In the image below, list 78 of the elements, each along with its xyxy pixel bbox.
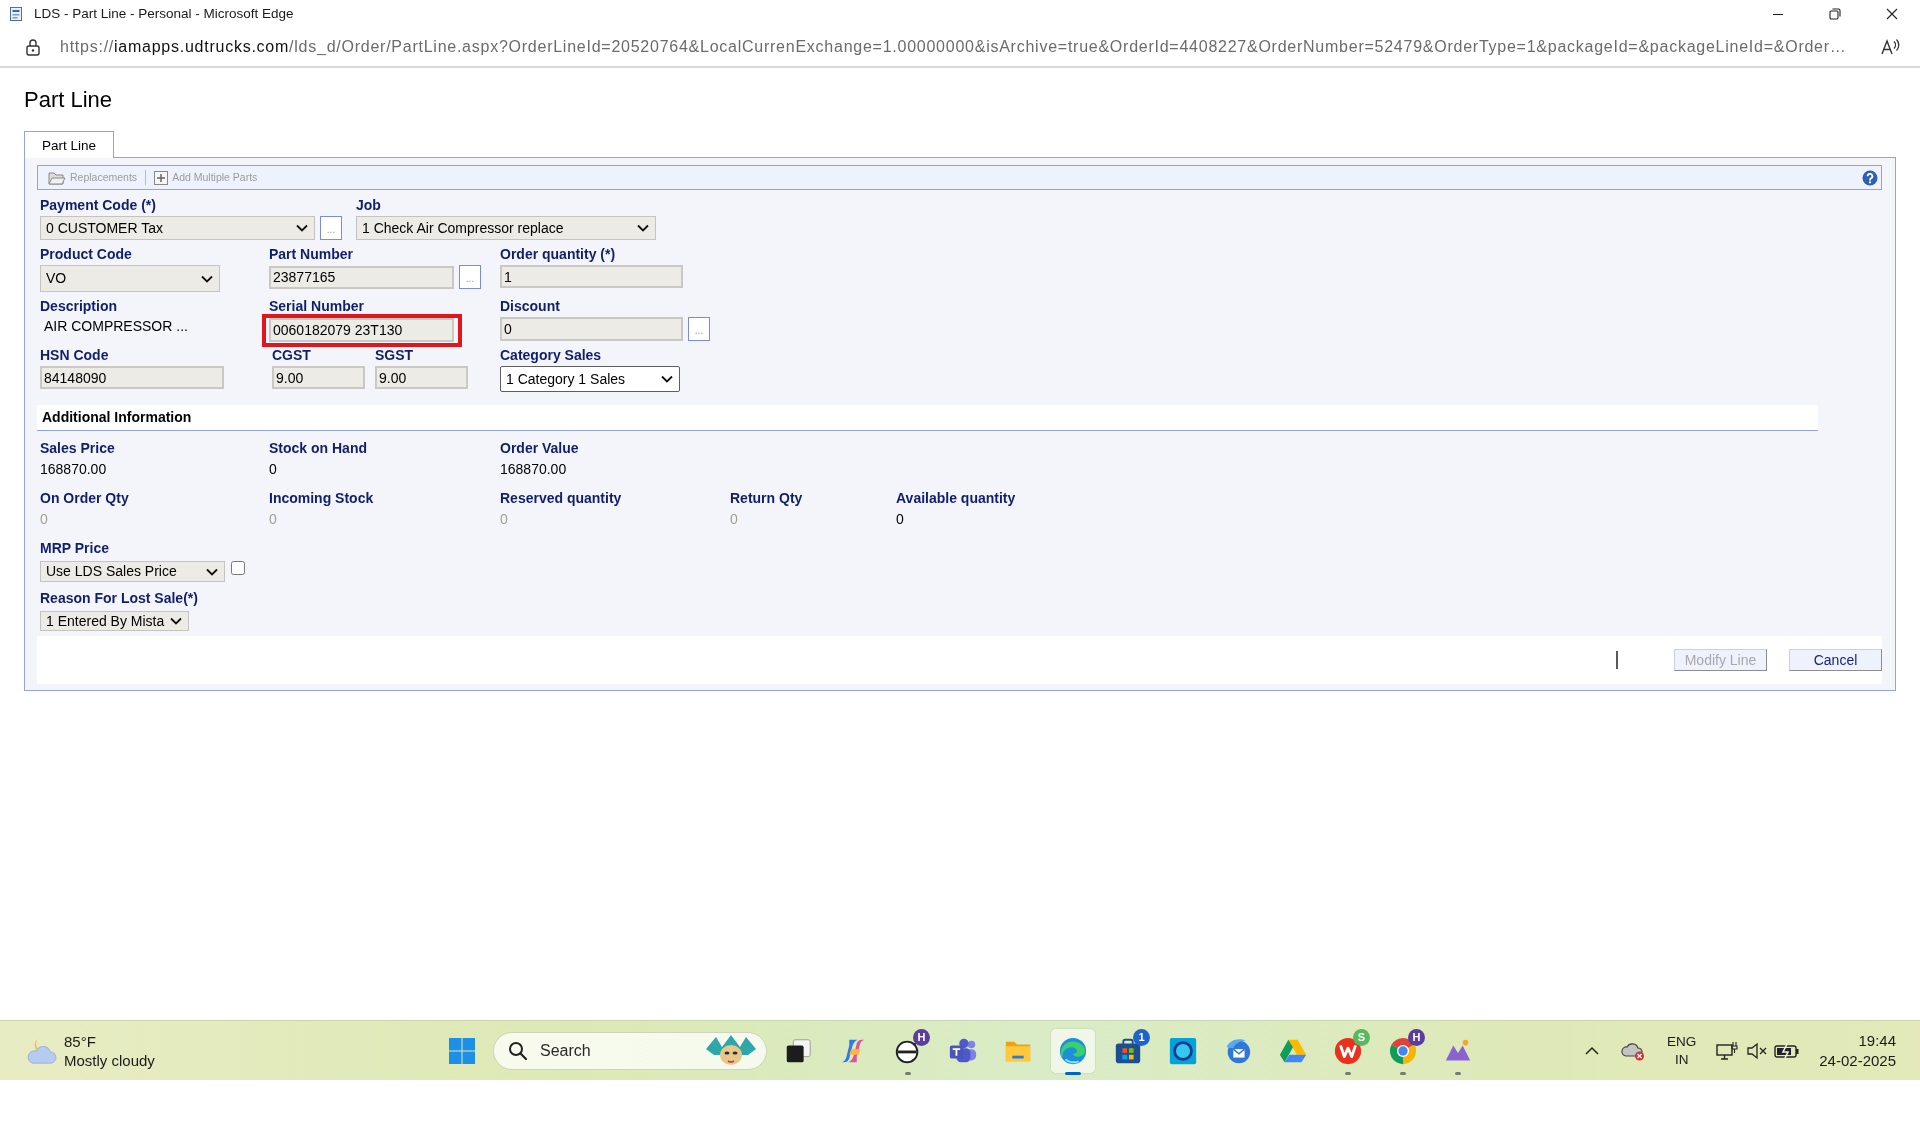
info-value: 0 <box>40 511 49 527</box>
caret-icon <box>206 567 218 576</box>
field-label: Discount <box>500 298 561 314</box>
cloud-error-icon[interactable] <box>1621 1040 1645 1061</box>
info-value: 0 <box>730 511 739 527</box>
tri-color-ball-icon <box>1388 1035 1418 1066</box>
address-url[interactable]: https://iamapps.udtrucks.com/lds_d/Order/PartLine.aspx?OrderLineId=20520764&LocalCurrenExchange=1.00000000&isArchive=true&OrderId=4408227&OrderNumber=52479&OrderType=1&packageId=&packageLineId=&Order… <box>60 35 1847 59</box>
info-value: 0 <box>896 511 905 527</box>
muted-speaker-icon[interactable] <box>1746 1041 1769 1060</box>
search-icon[interactable] <box>508 1040 528 1061</box>
info-label: Reserved quantity <box>500 490 623 506</box>
input-language[interactable]: ENG <box>1667 1032 1697 1051</box>
field-label: HSN Code <box>40 347 110 363</box>
w-logo-icon <box>1333 1035 1363 1066</box>
clock-time[interactable]: 19:44 <box>1858 1030 1896 1051</box>
info-label: Incoming Stock <box>269 490 375 506</box>
info-label: Available quantity <box>896 490 1016 506</box>
field-label: Category Sales <box>500 347 603 363</box>
plus-box-icon <box>154 170 169 185</box>
restore-icon[interactable] <box>1828 8 1841 20</box>
info-label: Sales Price <box>40 440 116 456</box>
info-label: Stock on Hand <box>269 440 368 456</box>
page-heading: Part Line <box>24 86 114 114</box>
field-value: AIR COMPRESSOR ... <box>43 318 188 334</box>
notification-badge: H <box>913 1028 930 1046</box>
info-value: 0 <box>500 511 509 527</box>
caret-icon <box>661 375 673 383</box>
wave-logo-icon <box>1058 1035 1088 1066</box>
help-icon[interactable] <box>1862 169 1878 186</box>
field-label: Reason For Lost Sale(*) <box>40 590 199 606</box>
read-aloud-icon[interactable] <box>1880 38 1900 56</box>
field-label: Part Number <box>269 246 355 262</box>
taskbar-app-button[interactable]: H <box>886 1028 930 1073</box>
taskbar-app-button[interactable]: 1 <box>1106 1028 1150 1073</box>
notification-badge: S <box>1353 1028 1370 1046</box>
info-value: 0 <box>269 461 278 477</box>
info-label: Order Value <box>500 440 580 456</box>
weather-temperature[interactable]: 85°F <box>64 1031 155 1051</box>
weather-condition[interactable]: Mostly cloudy <box>64 1050 155 1070</box>
notification-badge: 1 <box>1133 1028 1150 1046</box>
section-header: Additional Information <box>37 405 1818 431</box>
chevron-up-icon[interactable] <box>1585 1046 1599 1055</box>
start-menu-icon[interactable] <box>448 1036 476 1065</box>
search-bar[interactable]: Search <box>493 1031 767 1070</box>
battery-icon[interactable] <box>1774 1042 1801 1059</box>
caret-icon <box>637 224 649 232</box>
field-label: Job <box>356 197 382 213</box>
field-label: MRP Price <box>40 540 110 556</box>
action-button[interactable]: Cancel <box>1789 649 1882 671</box>
field-label: SGST <box>375 347 415 363</box>
ring-icon <box>1168 1035 1198 1066</box>
lock-icon[interactable] <box>25 38 41 56</box>
app-icon <box>8 6 24 22</box>
field-label: Serial Number <box>269 298 365 314</box>
field-label: Order quantity (*) <box>500 246 617 262</box>
info-value: 168870.00 <box>40 461 108 477</box>
info-value: 0 <box>269 511 278 527</box>
caret-icon <box>296 224 308 232</box>
field-label: Product Code <box>40 246 133 262</box>
search-field[interactable]: Search <box>540 1038 660 1063</box>
dropdown[interactable]: 1 Category 1 Sales <box>500 366 680 392</box>
field-label: Payment Code (*) <box>40 197 157 213</box>
info-label: Return Qty <box>730 490 804 506</box>
folder-icon <box>48 170 66 185</box>
field-label: CGST <box>272 347 312 363</box>
clock-date[interactable]: 24-02-2025 <box>1819 1050 1896 1071</box>
monitor-icon[interactable] <box>1716 1040 1739 1061</box>
field-label: Description <box>40 298 118 314</box>
info-value: 168870.00 <box>500 461 568 477</box>
notification-badge: H <box>1408 1028 1425 1046</box>
caret-icon <box>170 617 182 625</box>
window-title: LDS - Part Line - Personal - Microsoft Edge <box>34 4 294 23</box>
info-label: On Order Qty <box>40 490 130 506</box>
taskbar-app-button[interactable]: H <box>1381 1028 1425 1073</box>
tab[interactable]: Part Line <box>24 131 115 158</box>
caret-icon <box>201 274 213 283</box>
close-icon[interactable] <box>1885 8 1898 20</box>
input-region[interactable]: IN <box>1674 1050 1689 1069</box>
